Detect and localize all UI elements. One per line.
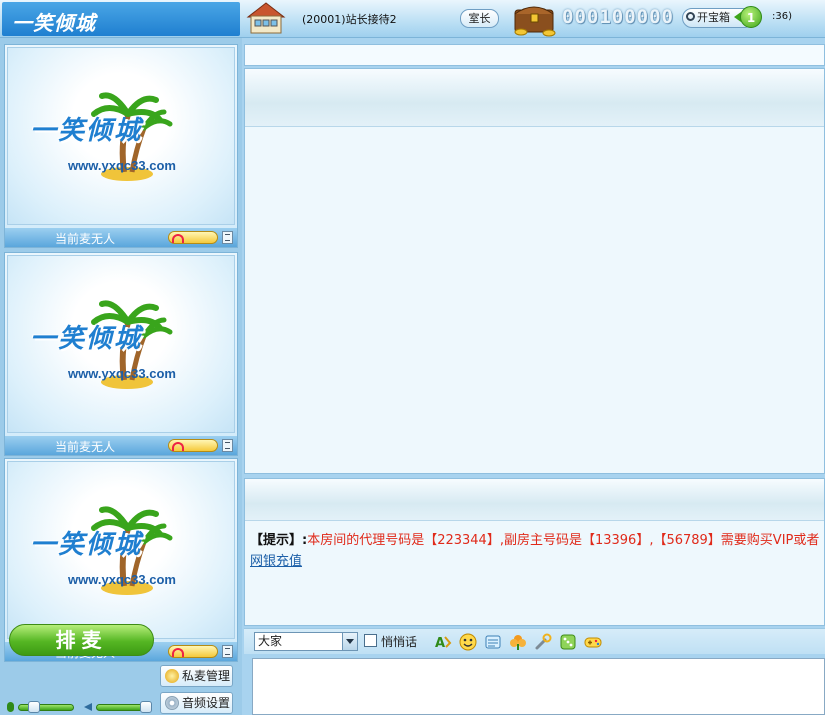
svg-text:A: A [435,636,445,651]
logo-url: www.yxqc33.com [68,158,176,173]
logo-url: www.yxqc33.com [68,366,176,381]
private-mic-button[interactable]: 私麦管理 [160,665,233,687]
room-title: (20001)站长接待2 [302,13,397,26]
top-bar: 一笑倾城 (20001)站长接待2 室长 000100000 开宝箱 1 :36… [0,0,825,38]
search-icon [686,12,695,21]
logo-brand-text: 一笑倾城 [30,116,143,146]
mic-status-bar: 当前麦无人 [5,228,237,247]
public-chat-header [245,69,824,127]
chevron-down-icon[interactable] [342,633,357,650]
scroll-icon[interactable] [484,633,502,651]
system-notice: 【提示】:本房间的代理号码是【223344】,副房主号码是【13396】,【56… [250,531,825,550]
home-icon [246,2,286,34]
notification-badge[interactable]: 1 [740,6,762,28]
mic-video-area: 一笑倾城 www.yxqc33.com [7,255,235,433]
slider-track [18,704,74,711]
mic-video-area: 一笑倾城 www.yxqc33.com [7,461,235,639]
chat-column: 【提示】:本房间的代理号码是【223344】,副房主号码是【13396】,【56… [242,38,825,715]
mic-status-bar: 当前麦无人 [5,436,237,455]
mic-video-area: 一笑倾城 www.yxqc33.com [7,47,235,225]
whisper-label: 悄悄话 [381,635,418,649]
mic-status-text: 当前麦无人 [55,232,116,246]
mic-panel-1[interactable]: 一笑倾城 www.yxqc33.com 当前麦无人 [4,44,238,248]
tool-icon[interactable] [534,633,552,651]
gamepad-icon[interactable] [584,633,602,651]
speaker-icon [84,703,92,711]
private-chat-header [245,479,824,521]
flower-icon[interactable] [509,633,527,651]
microphone-small-icon [7,702,14,712]
slider-knob[interactable] [28,701,40,713]
slider-knob[interactable] [140,701,152,713]
notice-prefix: 【提示】: [250,533,308,548]
list-icon[interactable] [222,439,233,452]
chat-target-value: 大家 [258,634,283,648]
dice-icon[interactable] [559,633,577,651]
list-icon[interactable] [222,231,233,244]
whisper-checkbox[interactable] [364,634,377,647]
private-chat-panel[interactable]: 【提示】:本房间的代理号码是【223344】,副房主号码是【13396】,【56… [244,478,825,626]
audio-settings-label: 音频设置 [182,696,231,710]
recharge-link[interactable]: 网银充值 [250,550,302,569]
app-logo-text: 一笑倾城 [12,11,96,35]
announcement-strip [244,44,825,66]
chat-target-select[interactable]: 大家 [254,632,358,651]
private-mic-label: 私麦管理 [182,669,231,683]
treasure-chest-icon [511,0,559,37]
open-chest-label: 开宝箱 [697,11,730,24]
list-icon[interactable] [222,645,233,658]
mic-status-text: 当前麦无人 [55,440,116,454]
app-logo: 一笑倾城 [2,2,240,36]
volume-icon[interactable] [168,439,218,452]
mic-column: 一笑倾城 www.yxqc33.com 当前麦无人 一笑倾城 www.yxqc3… [0,38,242,715]
mic-volume-slider[interactable] [6,701,76,713]
public-chat-panel[interactable] [244,68,825,474]
coin-balance: 000100000 [562,6,674,28]
logo-brand-text: 一笑倾城 [30,324,143,354]
font-icon[interactable]: A [434,633,452,651]
mic-panel-2[interactable]: 一笑倾城 www.yxqc33.com 当前麦无人 [4,252,238,456]
queue-mic-button[interactable]: 排麦 [9,624,154,656]
smiley-icon[interactable] [459,633,477,651]
logo-brand-text: 一笑倾城 [30,530,143,560]
home-button[interactable] [244,1,288,36]
timer-text: :36) [772,11,792,22]
speaker-volume-slider[interactable] [84,701,154,713]
audio-settings-button[interactable]: 音频设置 [160,692,233,714]
volume-icon[interactable] [168,231,218,244]
cd-icon [165,696,179,710]
volume-icon[interactable] [168,645,218,658]
logo-url: www.yxqc33.com [68,572,176,587]
notice-text: 本房间的代理号码是【223344】,副房主号码是【13396】,【56789】需… [307,533,820,548]
owner-button[interactable]: 室长 [460,9,499,28]
chat-toolbar: 大家 悄悄话 A [244,628,825,654]
microphone-icon [165,669,179,683]
message-input[interactable] [252,658,825,715]
